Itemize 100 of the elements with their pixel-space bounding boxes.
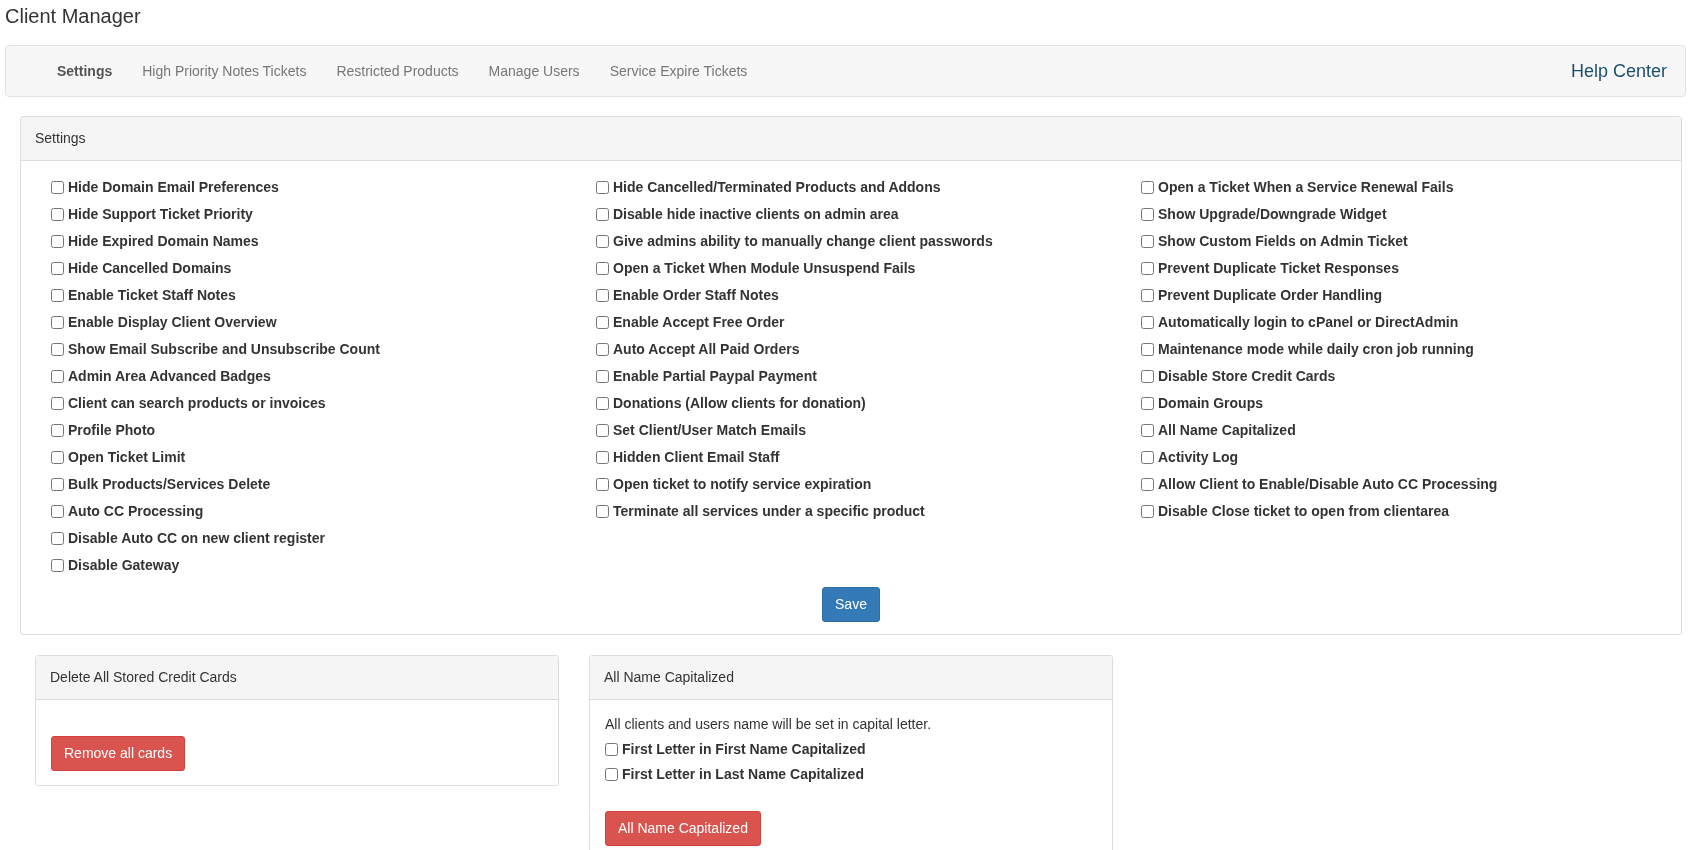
checkbox[interactable] [51,208,64,221]
checkbox[interactable] [51,343,64,356]
checkbox[interactable] [1141,505,1154,518]
checkbox-label: Enable Ticket Staff Notes [68,286,236,305]
checkbox[interactable] [1141,262,1154,275]
checkbox[interactable] [596,397,609,410]
help-link[interactable]: Help Center [1570,57,1667,85]
checkbox[interactable] [51,424,64,437]
checkbox-label: Terminate all services under a specific product [613,502,925,521]
checkbox-label: Domain Groups [1158,394,1263,413]
checkbox-label: Show Email Subscribe and Unsubscribe Count [68,340,380,359]
checkbox-label: Prevent Duplicate Ticket Responses [1158,259,1399,278]
checkbox-label: Admin Area Advanced Badges [68,367,271,386]
checkbox[interactable] [596,370,609,383]
checkbox[interactable] [51,370,64,383]
nav-tab[interactable]: High Priority Notes Tickets [127,54,322,88]
checkbox[interactable] [605,768,618,781]
checkbox[interactable] [1141,370,1154,383]
checkbox-label: Hide Domain Email Preferences [68,178,279,197]
panel-description: All clients and users name will be set in capital letter. [605,715,933,734]
checkbox[interactable] [51,397,64,410]
checkbox[interactable] [596,424,609,437]
checkbox-label: Disable hide inactive clients on admin area [613,205,899,224]
panel-title: Settings [21,117,1681,161]
checkbox[interactable] [51,289,64,302]
checkbox[interactable] [51,478,64,491]
checkbox-label: Set Client/User Match Emails [613,421,806,440]
checkbox[interactable] [1141,343,1154,356]
checkbox-label: Enable Accept Free Order [613,313,785,332]
save-button[interactable]: Save [822,587,880,622]
checkbox-label: Hide Expired Domain Names [68,232,259,251]
checkbox-label: Disable Close ticket to open from clientarea [1158,502,1449,521]
checkbox[interactable] [51,532,64,545]
checkbox-label: First Letter in First Name Capitalized [622,740,866,759]
checkbox[interactable] [596,505,609,518]
checkbox-label: Donations (Allow clients for donation) [613,394,866,413]
nav-tab[interactable]: Service Expire Tickets [594,54,763,88]
checkbox[interactable] [1141,208,1154,221]
checkbox[interactable] [596,316,609,329]
checkbox[interactable] [596,478,609,491]
checkbox-label: Bulk Products/Services Delete [68,475,271,494]
checkbox-label: First Letter in Last Name Capitalized [622,765,864,784]
checkbox-label: Open ticket to notify service expiration [613,475,872,494]
checkbox[interactable] [51,316,64,329]
checkbox[interactable] [596,289,609,302]
page-title: Client Manager [4,4,142,28]
checkbox[interactable] [596,235,609,248]
checkbox-label: Open a Ticket When a Service Renewal Fails [1158,178,1454,197]
checkbox-label: Allow Client to Enable/Disable Auto CC Processing [1158,475,1498,494]
checkbox-label: Open Ticket Limit [68,448,186,467]
checkbox-label: Profile Photo [68,421,156,440]
checkbox[interactable] [596,181,609,194]
checkbox-label: Disable Store Credit Cards [1158,367,1336,386]
checkbox-label: Activity Log [1158,448,1239,467]
checkbox-label: Disable Gateway [68,556,180,575]
checkbox-label: Hide Cancelled Domains [68,259,232,278]
nav-tab[interactable]: Manage Users [473,54,595,88]
checkbox-label: All Name Capitalized [1158,421,1296,440]
checkbox-label: Maintenance mode while daily cron job running [1158,340,1474,359]
nav-tab[interactable]: Settings [42,54,128,88]
capitalize-button[interactable]: All Name Capitalized [605,811,761,846]
checkbox[interactable] [51,505,64,518]
checkbox[interactable] [596,262,609,275]
checkbox-label: Hide Cancelled/Terminated Products and Addons [613,178,941,197]
checkbox-label: Open a Ticket When Module Unsuspend Fails [613,259,916,278]
checkbox-label: Disable Auto CC on new client register [68,529,325,548]
checkbox-label: Show Custom Fields on Admin Ticket [1158,232,1408,251]
checkbox[interactable] [51,451,64,464]
nav-tab[interactable]: Restricted Products [321,54,474,88]
checkbox-label: Show Upgrade/Downgrade Widget [1158,205,1387,224]
checkbox-label: Automatically login to cPanel or DirectAdmin [1158,313,1459,332]
checkbox[interactable] [51,559,64,572]
checkbox[interactable] [596,208,609,221]
checkbox[interactable] [51,262,64,275]
checkbox-label: Give admins ability to manually change client passwords [613,232,993,251]
checkbox-label: Enable Order Staff Notes [613,286,779,305]
checkbox[interactable] [1141,316,1154,329]
checkbox[interactable] [1141,289,1154,302]
checkbox[interactable] [605,743,618,756]
checkbox[interactable] [596,451,609,464]
panel-title: All Name Capitalized [590,656,1112,700]
checkbox-label: Auto Accept All Paid Orders [613,340,800,359]
checkbox-label: Prevent Duplicate Order Handling [1158,286,1383,305]
checkbox[interactable] [596,343,609,356]
checkbox[interactable] [1141,478,1154,491]
checkbox-label: Auto CC Processing [68,502,204,521]
checkbox[interactable] [1141,397,1154,410]
panel-title: Delete All Stored Credit Cards [36,656,558,700]
checkbox-label: Hidden Client Email Staff [613,448,780,467]
checkbox[interactable] [1141,451,1154,464]
checkbox[interactable] [1141,424,1154,437]
checkbox[interactable] [51,235,64,248]
checkbox[interactable] [51,181,64,194]
checkbox-label: Enable Partial Paypal Payment [613,367,817,386]
checkbox-label: Enable Display Client Overview [68,313,277,332]
checkbox-label: Hide Support Ticket Priority [68,205,253,224]
checkbox[interactable] [1141,235,1154,248]
checkbox[interactable] [1141,181,1154,194]
remove-cards-button[interactable]: Remove all cards [51,736,186,771]
checkbox-label: Client can search products or invoices [68,394,326,413]
